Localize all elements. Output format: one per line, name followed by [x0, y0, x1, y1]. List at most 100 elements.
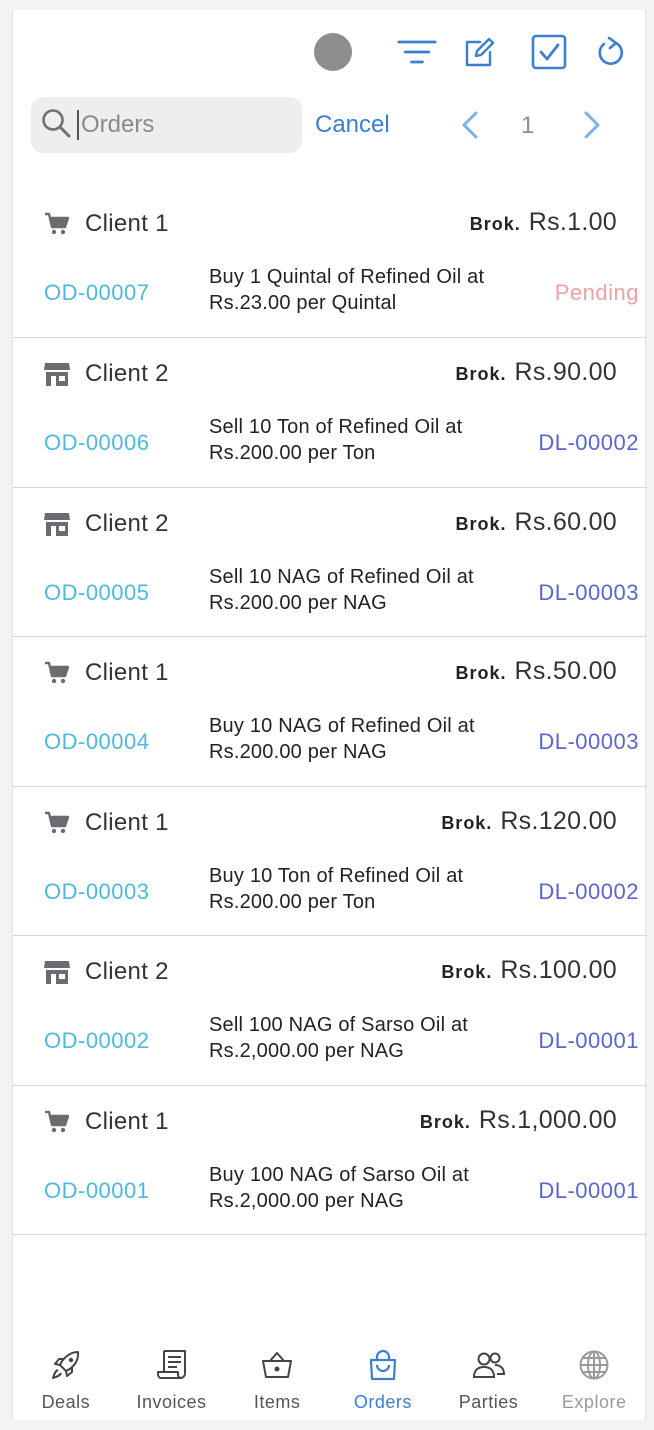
- order-row[interactable]: Client 2 Brok. Rs.60.00 OD-00005 Sell 10…: [13, 488, 647, 637]
- order-id-link[interactable]: OD-00005: [44, 580, 150, 606]
- order-id-link[interactable]: OD-00003: [44, 879, 150, 905]
- basket-icon: [260, 1348, 294, 1382]
- brokerage-amount: Rs.1,000.00: [478, 1105, 617, 1134]
- client-name: Client 1: [85, 808, 169, 836]
- orders-screen: Cancel 1 Client 1 Brok. Rs.1.00 OD-00007…: [12, 10, 647, 1420]
- order-description: Buy 100 NAG of Sarso Oil at Rs.2,000.00 …: [209, 1162, 519, 1214]
- order-row[interactable]: Client 2 Brok. Rs.100.00 OD-00002 Sell 1…: [13, 936, 647, 1086]
- avatar-dot[interactable]: [313, 32, 353, 72]
- order-description-line-2: Rs.200.00 per Ton: [209, 442, 376, 464]
- order-description: Buy 10 NAG of Refined Oil at Rs.200.00 p…: [209, 713, 519, 765]
- search-input[interactable]: [77, 110, 277, 140]
- order-id-link[interactable]: OD-00006: [44, 430, 150, 456]
- bottom-tab-bar: Deals Invoices Items Orders Parties Explore: [13, 1340, 647, 1420]
- search-icon: [41, 108, 71, 143]
- order-row[interactable]: Client 1 Brok. Rs.1,000.00 OD-00001 Buy …: [13, 1086, 647, 1235]
- store-icon: [43, 510, 71, 538]
- cart-icon: [43, 809, 71, 837]
- cart-icon: [43, 1108, 71, 1136]
- brokerage: Brok. Rs.60.00: [456, 508, 617, 537]
- bag-icon: [366, 1348, 400, 1382]
- brokerage: Brok. Rs.120.00: [441, 807, 617, 836]
- compose-icon[interactable]: [459, 32, 499, 72]
- orders-list: Client 1 Brok. Rs.1.00 OD-00007 Buy 1 Qu…: [13, 188, 647, 1235]
- order-row[interactable]: Client 1 Brok. Rs.50.00 OD-00004 Buy 10 …: [13, 637, 647, 787]
- order-description-line-2: Rs.2,000.00 per NAG: [209, 1040, 405, 1062]
- cancel-button[interactable]: Cancel: [315, 111, 390, 139]
- order-row[interactable]: Client 2 Brok. Rs.90.00 OD-00006 Sell 10…: [13, 338, 647, 488]
- order-id-link[interactable]: OD-00007: [44, 280, 150, 306]
- order-description-line-2: Rs.200.00 per Ton: [209, 890, 376, 913]
- refresh-icon[interactable]: [591, 32, 631, 72]
- top-toolbar: [13, 10, 647, 94]
- filter-icon[interactable]: [397, 32, 437, 72]
- deal-id-link[interactable]: DL-00002: [538, 879, 639, 905]
- next-page-button[interactable]: [575, 108, 609, 142]
- order-description-line-1: Sell 10 NAG of Refined Oil at: [209, 565, 474, 588]
- tab-explore[interactable]: Explore: [541, 1340, 647, 1420]
- client-name: Client 1: [85, 659, 169, 686]
- deal-id-link[interactable]: DL-00001: [538, 1178, 639, 1204]
- order-description-line-2: Rs.200.00 per NAG: [209, 741, 387, 763]
- order-description-line-1: Buy 10 Ton of Refined Oil at: [209, 864, 464, 887]
- brokerage-label: Brok.: [441, 812, 493, 833]
- tab-label: Invoices: [136, 1392, 207, 1412]
- people-icon: [472, 1348, 506, 1382]
- receipt-icon: [155, 1348, 189, 1382]
- tab-orders[interactable]: Orders: [330, 1340, 436, 1420]
- brokerage-amount: Rs.60.00: [514, 507, 617, 536]
- brokerage-amount: Rs.120.00: [500, 806, 617, 835]
- brokerage-amount: Rs.100.00: [500, 956, 617, 984]
- client-name: Client 2: [85, 509, 169, 537]
- order-description-line-1: Buy 1 Quintal of Refined Oil at: [209, 266, 485, 288]
- order-description-line-1: Sell 10 Ton of Refined Oil at: [209, 416, 463, 438]
- search-box[interactable]: [31, 97, 302, 153]
- cart-icon: [43, 659, 71, 687]
- checkbox-icon[interactable]: [529, 32, 569, 72]
- client-name: Client 2: [85, 958, 169, 985]
- order-description-line-2: Rs.23.00 per Quintal: [209, 292, 397, 314]
- tab-items[interactable]: Items: [224, 1340, 330, 1420]
- brokerage: Brok. Rs.1.00: [470, 208, 617, 237]
- chevron-left-icon: [462, 111, 478, 139]
- brokerage: Brok. Rs.50.00: [456, 657, 617, 686]
- tab-deals[interactable]: Deals: [13, 1340, 119, 1420]
- order-id-link[interactable]: OD-00004: [44, 729, 150, 755]
- brokerage-label: Brok.: [441, 962, 493, 982]
- order-description: Sell 10 Ton of Refined Oil at Rs.200.00 …: [209, 414, 519, 466]
- deal-id-link[interactable]: DL-00003: [538, 580, 639, 606]
- deal-id-link[interactable]: DL-00002: [538, 430, 639, 456]
- order-description: Buy 1 Quintal of Refined Oil at Rs.23.00…: [209, 264, 519, 316]
- order-id-link[interactable]: OD-00002: [44, 1028, 150, 1054]
- previous-page-button[interactable]: [453, 108, 487, 142]
- order-description-line-1: Buy 100 NAG of Sarso Oil at: [209, 1163, 469, 1186]
- brokerage: Brok. Rs.90.00: [456, 358, 617, 387]
- deal-id-link[interactable]: DL-00001: [538, 1028, 639, 1054]
- brokerage-label: Brok.: [469, 214, 521, 234]
- order-description-line-1: Sell 100 NAG of Sarso Oil at: [209, 1014, 469, 1036]
- brokerage: Brok. Rs.1,000.00: [420, 1106, 617, 1135]
- store-icon: [43, 360, 71, 388]
- order-row[interactable]: Client 1 Brok. Rs.1.00 OD-00007 Buy 1 Qu…: [13, 188, 647, 338]
- brokerage: Brok. Rs.100.00: [441, 956, 617, 985]
- client-name: Client 2: [85, 360, 169, 387]
- brokerage-label: Brok.: [419, 1111, 471, 1132]
- order-description-line-1: Buy 10 NAG of Refined Oil at: [209, 715, 475, 737]
- cart-icon: [43, 210, 71, 238]
- deal-id-link[interactable]: DL-00003: [538, 729, 639, 755]
- tab-label: Parties: [458, 1392, 519, 1412]
- tab-label: Orders: [353, 1392, 412, 1412]
- store-icon: [43, 958, 71, 986]
- order-description: Sell 100 NAG of Sarso Oil at Rs.2,000.00…: [209, 1012, 519, 1064]
- brokerage-label: Brok.: [455, 513, 507, 534]
- order-description-line-2: Rs.2,000.00 per NAG: [209, 1189, 405, 1212]
- brokerage-amount: Rs.50.00: [514, 657, 617, 685]
- tab-label: Deals: [41, 1392, 91, 1412]
- rocket-icon: [49, 1348, 83, 1382]
- order-id-link[interactable]: OD-00001: [44, 1178, 150, 1204]
- order-row[interactable]: Client 1 Brok. Rs.120.00 OD-00003 Buy 10…: [13, 787, 647, 936]
- tab-parties[interactable]: Parties: [436, 1340, 542, 1420]
- tab-invoices[interactable]: Invoices: [119, 1340, 225, 1420]
- order-description: Buy 10 Ton of Refined Oil at Rs.200.00 p…: [209, 863, 519, 915]
- status-badge: Pending: [554, 280, 639, 305]
